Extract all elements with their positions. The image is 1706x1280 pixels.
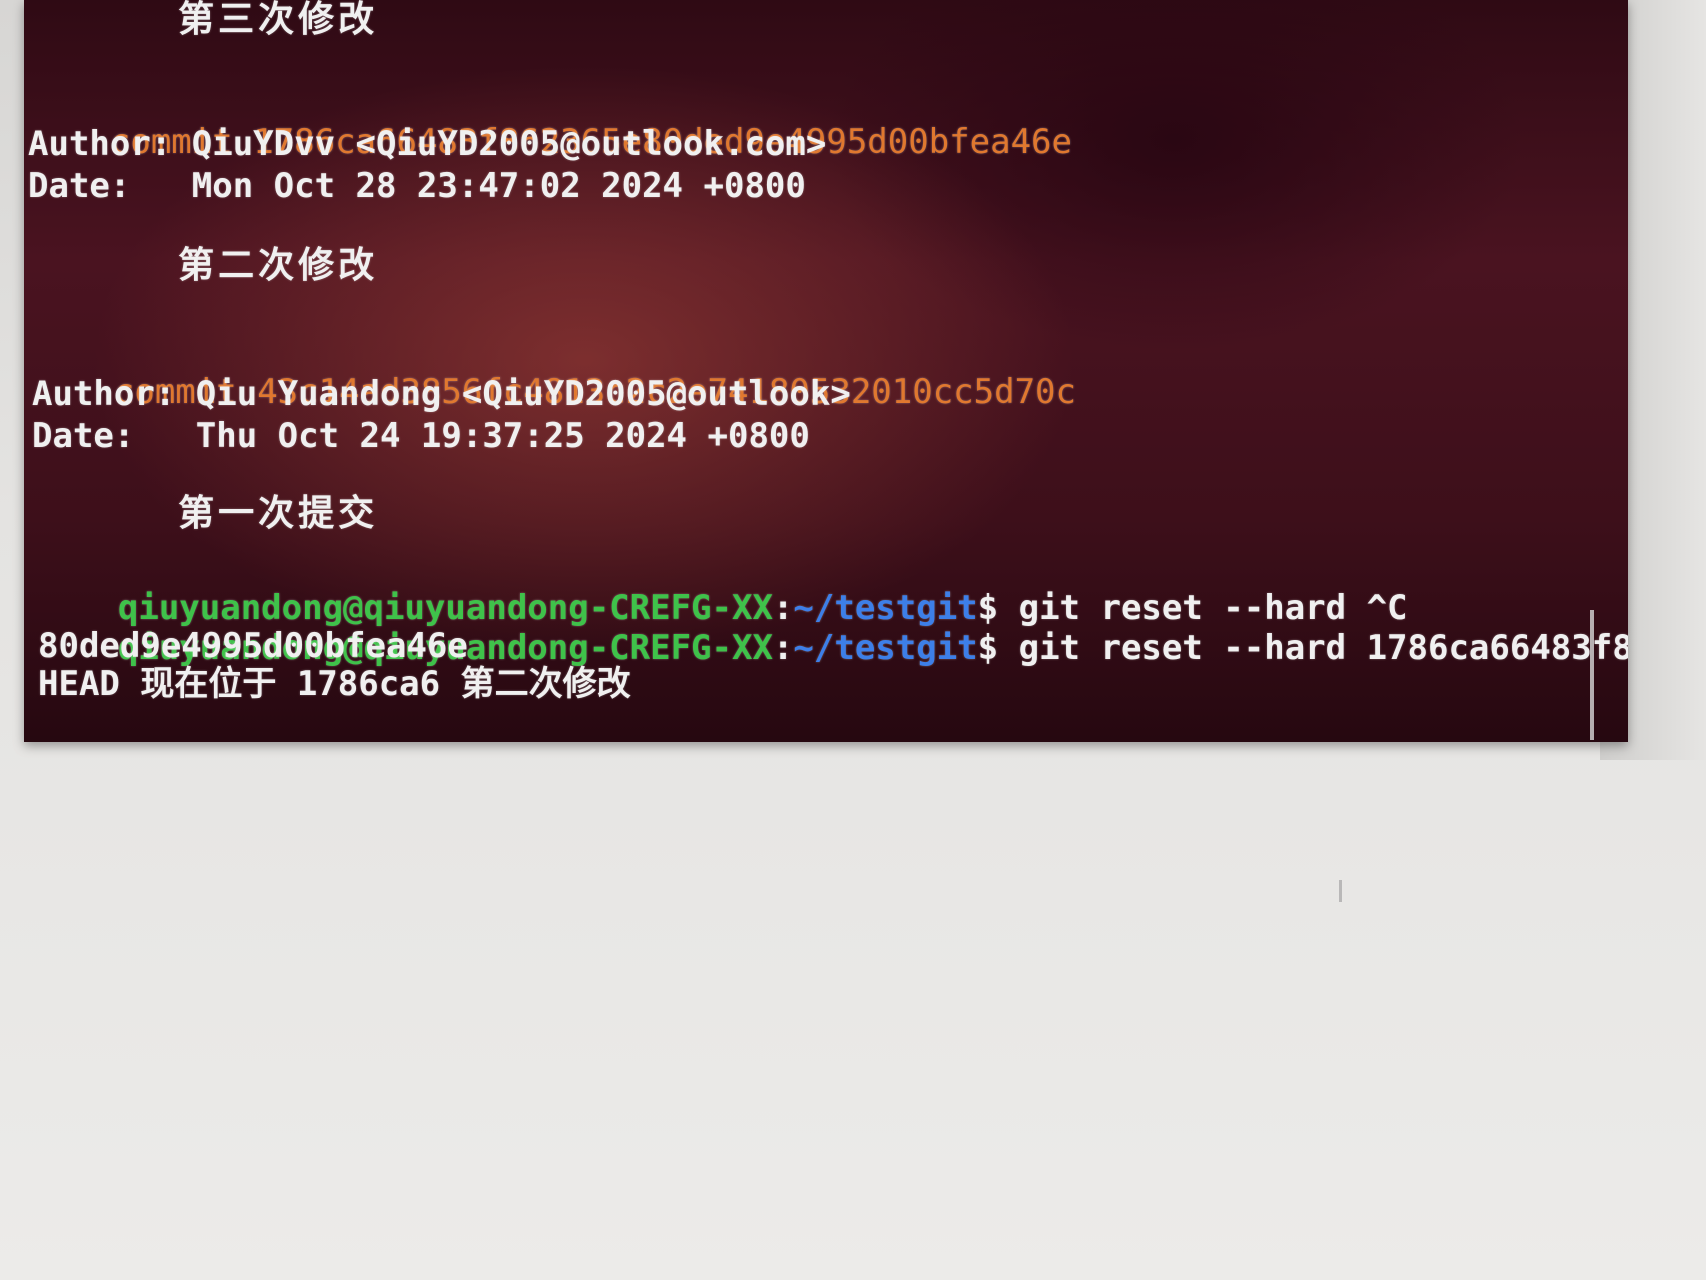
shell-prompt-line-current[interactable]: qiuyuandong@qiuyuandong-CREFG-XX:~/testg… bbox=[40, 704, 1002, 742]
date-line: Date: Thu Oct 24 19:37:25 2024 +0800 bbox=[32, 416, 810, 456]
prompt-separator: : bbox=[772, 628, 794, 668]
commit-message-first: 第一次提交 bbox=[112, 493, 379, 534]
text-cursor-icon bbox=[1339, 880, 1342, 902]
head-status-line: HEAD 现在位于 1786ca6 第二次修改 bbox=[38, 664, 631, 704]
command-wrap-line: 80ded9e4995d00bfea46e bbox=[38, 626, 468, 666]
commit-message-second: 第二次修改 bbox=[112, 245, 379, 286]
date-line: Date: Mon Oct 28 23:47:02 2024 +0800 bbox=[28, 166, 806, 206]
terminal-scrollbar[interactable] bbox=[1590, 610, 1594, 740]
author-line: Author: QiuYDvv <QiuYD2005@outlook.com> bbox=[28, 124, 827, 164]
author-line: Author: Qiu Yuandong <QiuYD2005@outlook> bbox=[32, 374, 851, 414]
prompt-path: ~/testgit bbox=[793, 628, 978, 668]
command-text: git reset --hard 1786ca66483f862365e bbox=[1018, 628, 1628, 668]
commit-message-third: 第三次修改 bbox=[112, 0, 379, 40]
prompt-dollar: $ bbox=[977, 628, 999, 668]
terminal-window[interactable]: 第三次修改 commit 1786ca66483f862365e80ded9e4… bbox=[24, 0, 1628, 742]
